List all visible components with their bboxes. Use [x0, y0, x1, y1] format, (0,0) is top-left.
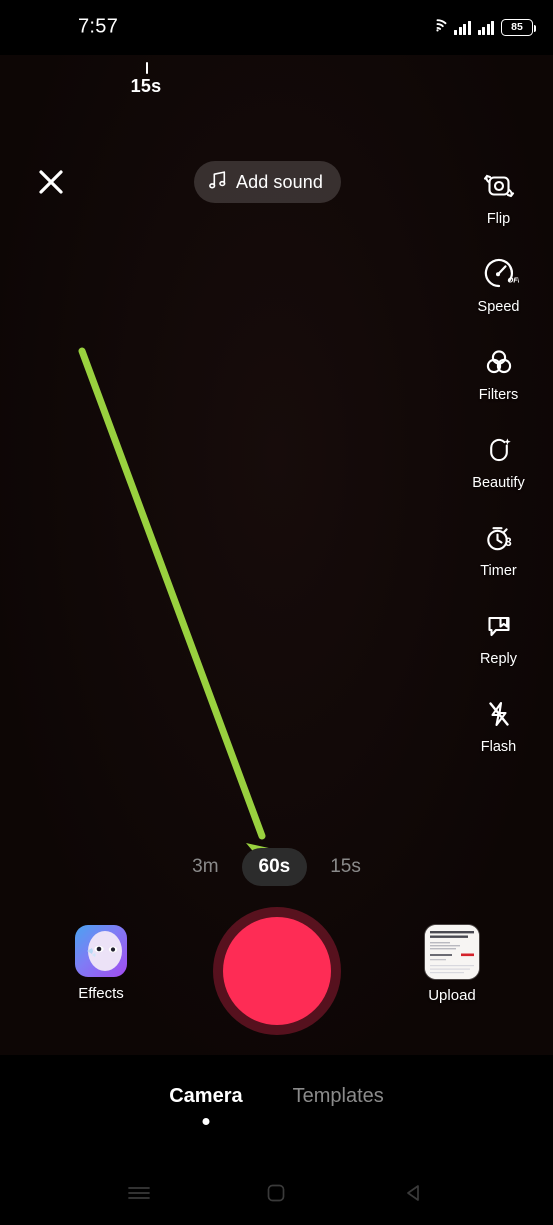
record-button[interactable] [212, 907, 341, 1035]
progress-tick-label: 15s [130, 76, 162, 96]
tool-timer[interactable]: 3 Timer [456, 515, 541, 603]
duration-option-15s[interactable]: 15s [313, 848, 378, 886]
status-bar: 7:57 85 [0, 0, 553, 55]
active-tab-indicator-dot [202, 1118, 210, 1125]
svg-text:3: 3 [505, 535, 512, 549]
reply-bubble-icon [479, 603, 519, 649]
effects-thumbnail-icon [75, 925, 127, 977]
flash-off-icon [479, 691, 519, 737]
svg-text:OFF: OFF [507, 276, 519, 285]
phone-screen: 7:57 85 15s Add sound Flip OF Speed Filt… [0, 0, 553, 1225]
status-bar-clock: 7:57 [78, 15, 119, 38]
duration-selector: 3m 60s 15s [0, 848, 553, 886]
tab-templates[interactable]: Templates [293, 1085, 384, 1108]
tool-filters[interactable]: Filters [456, 339, 541, 427]
speedometer-icon: OFF [479, 251, 519, 297]
tool-timer-label: Timer [480, 563, 517, 579]
music-note-icon [208, 170, 227, 195]
tool-flip-label: Flip [486, 211, 511, 227]
tab-camera[interactable]: Camera [169, 1085, 243, 1125]
record-button-inner [222, 917, 331, 1025]
add-sound-label: Add sound [236, 171, 323, 192]
tool-speed-label: Speed [477, 299, 520, 315]
tool-flash-label: Flash [480, 739, 517, 755]
duration-option-3m[interactable]: 3m [175, 848, 235, 886]
tool-beautify[interactable]: Beautify [456, 427, 541, 515]
add-sound-button[interactable]: Add sound [194, 161, 341, 203]
tool-filters-label: Filters [478, 387, 519, 403]
tab-camera-label: Camera [169, 1085, 243, 1107]
effects-button[interactable]: Effects [46, 925, 156, 1002]
bottom-tab-bar: Camera Templates [0, 1058, 553, 1160]
recents-menu-icon[interactable] [111, 1170, 167, 1216]
home-square-icon[interactable] [248, 1170, 304, 1216]
tool-reply[interactable]: Reply [456, 603, 541, 691]
cellular-signal-icon-2 [477, 20, 494, 35]
upload-thumbnail-icon [425, 925, 479, 979]
tab-templates-label: Templates [292, 1085, 384, 1107]
upload-button[interactable]: Upload [397, 925, 507, 1004]
tool-beautify-label: Beautify [472, 475, 525, 491]
battery-icon: 85 [501, 18, 536, 36]
stopwatch-icon: 3 [479, 515, 519, 561]
camera-flip-icon [479, 163, 519, 209]
tool-speed[interactable]: OFF Speed [456, 251, 541, 339]
upload-label: Upload [428, 987, 476, 1004]
camera-tool-rail: Flip OFF Speed [456, 163, 541, 779]
effects-label: Effects [78, 985, 124, 1002]
progress-tick-mark [146, 62, 148, 74]
battery-level-label: 85 [511, 20, 523, 33]
tool-reply-label: Reply [479, 651, 518, 667]
shutter-row: Effects Upload [0, 907, 553, 1052]
cellular-signal-icon-1 [454, 20, 471, 35]
tool-flip[interactable]: Flip [456, 163, 541, 251]
tool-flash[interactable]: Flash [456, 691, 541, 779]
filters-circles-icon [479, 339, 519, 385]
wifi-icon [428, 17, 447, 37]
beautify-face-icon [479, 427, 519, 473]
duration-option-60s[interactable]: 60s [241, 848, 308, 886]
close-icon[interactable] [30, 161, 72, 203]
status-bar-indicators: 85 [428, 17, 536, 37]
recording-progress-bar: 15s [0, 55, 553, 110]
android-navigation-bar [0, 1160, 553, 1225]
back-triangle-icon[interactable] [386, 1170, 442, 1216]
camera-viewfinder[interactable]: 15s Add sound Flip OF Speed Filters Beau… [0, 55, 553, 1055]
